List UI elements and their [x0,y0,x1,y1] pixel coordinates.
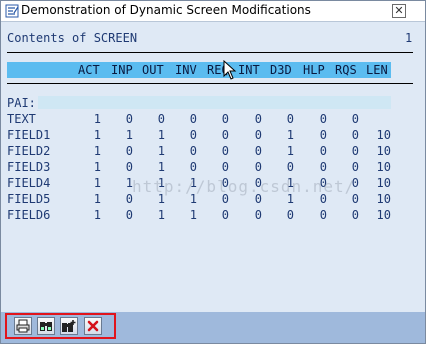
table-cell: 0 [221,112,229,126]
table-cell: 1 [189,208,197,222]
top-divider [7,52,413,53]
table-cell: 0 [351,160,359,174]
cancel-button[interactable] [84,317,102,335]
page-number: 1 [405,31,413,45]
row-field-name: FIELD2 [7,144,51,158]
column-header-rqs: RQS [335,63,357,77]
table-cell: 1 [93,128,101,142]
column-header-inv: INV [175,63,197,77]
watermark: http://blog.csdn.net/ [132,177,356,196]
table-cell: 1 [286,144,294,158]
close-button[interactable]: ✕ [392,4,406,18]
table-cell: 0 [221,208,229,222]
print-icon [16,319,30,333]
table-cell: 0 [254,144,262,158]
table-cell: 10 [376,160,391,174]
table-cell: 0 [189,112,197,126]
row-field-name: FIELD6 [7,208,51,222]
table-cell: 0 [254,208,262,222]
find-next-button[interactable] [60,317,78,335]
table-cell: 0 [254,128,262,142]
table-cell: 1 [93,112,101,126]
dialog-window: Demonstration of Dynamic Screen Modifica… [0,0,426,344]
table-cell: 0 [189,160,197,174]
table-cell: 0 [125,112,133,126]
application-toolbar [1,312,425,343]
row-field-name: TEXT [7,112,36,126]
column-header-d3d: D3D [270,63,292,77]
table-cell: 1 [93,144,101,158]
screen-contents: Contents of SCREEN 1 ACT INP OUT INV REQ INT D… [1,22,425,311]
table-cell: 1 [125,128,133,142]
contents-heading: Contents of SCREEN [7,31,138,45]
table-cell: 0 [254,160,262,174]
column-header-out: OUT [142,63,164,77]
table-cell: 0 [189,144,197,158]
table-cell: 0 [254,112,262,126]
table-cell: 10 [376,208,391,222]
table-cell: 0 [351,208,359,222]
table-cell: 1 [286,128,294,142]
header-divider [7,83,413,84]
print-button[interactable] [14,317,32,335]
binoculars-icon [40,322,52,331]
find-button[interactable] [37,317,55,335]
table-cell: 0 [319,160,327,174]
row-field-name: FIELD1 [7,128,51,142]
binoculars-plus-icon [62,320,76,332]
mouse-cursor-icon [223,60,237,80]
pai-label: PAI: [7,96,36,110]
column-header-len: LEN [366,63,388,77]
table-cell: 1 [157,128,165,142]
table-cell: 0 [125,160,133,174]
row-field-name: FIELD5 [7,192,51,206]
table-cell: 0 [319,144,327,158]
table-cell: 0 [125,192,133,206]
window-title: Demonstration of Dynamic Screen Modifica… [21,3,311,17]
table-cell: 0 [319,128,327,142]
table-cell: 0 [319,112,327,126]
table-cell: 0 [189,128,197,142]
table-cell: 0 [319,208,327,222]
table-cell: 0 [286,160,294,174]
table-cell: 1 [93,192,101,206]
table-cell: 1 [93,176,101,190]
pai-input-field[interactable] [38,96,391,109]
table-cell: 1 [125,176,133,190]
table-cell: 10 [376,128,391,142]
window-icon [5,4,19,18]
table-cell: 1 [157,160,165,174]
column-header-bar [7,62,391,78]
table-cell: 0 [125,144,133,158]
column-header-hlp: HLP [303,63,325,77]
table-cell: 10 [376,176,391,190]
table-cell: 1 [93,208,101,222]
table-cell: 10 [376,144,391,158]
row-field-name: FIELD4 [7,176,51,190]
cancel-x-icon [87,320,99,332]
table-cell: 1 [157,208,165,222]
table-cell: 0 [351,112,359,126]
table-cell: 0 [221,128,229,142]
table-cell: 10 [376,192,391,206]
table-cell: 1 [157,144,165,158]
table-cell: 0 [351,128,359,142]
table-cell: 0 [125,208,133,222]
row-field-name: FIELD3 [7,160,51,174]
table-cell: 0 [221,144,229,158]
column-header-int: INT [238,63,260,77]
table-cell: 0 [286,208,294,222]
column-header-inp: INP [111,63,133,77]
table-cell: 0 [157,112,165,126]
title-bar[interactable]: Demonstration of Dynamic Screen Modifica… [1,1,425,22]
table-cell: 1 [93,160,101,174]
table-cell: 0 [351,144,359,158]
table-cell: 0 [286,112,294,126]
table-cell: 0 [221,160,229,174]
column-header-act: ACT [78,63,100,77]
